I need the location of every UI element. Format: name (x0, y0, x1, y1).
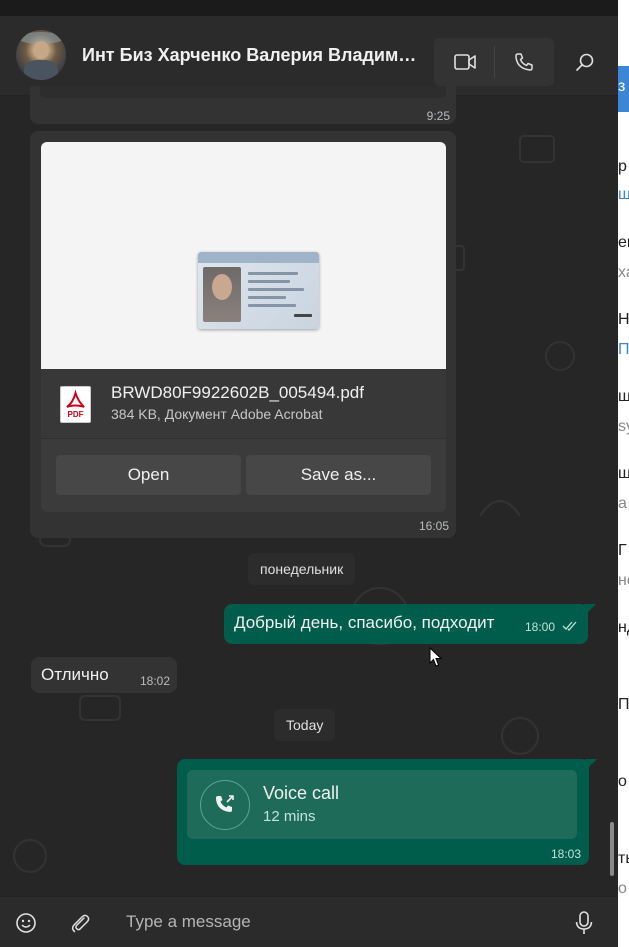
message-composer (0, 896, 618, 947)
attach-button[interactable] (67, 910, 93, 936)
background-window: з д р щ ев ха Ни П щ sy ш а Г но нд П о … (618, 0, 629, 947)
message-time: 9:25 (426, 109, 450, 123)
message-text: Добрый день, спасибо, подходит (234, 613, 495, 632)
file-name: BRWD80F9922602B_005494.pdf (111, 383, 364, 402)
open-button[interactable]: Open (56, 455, 241, 495)
pdf-file-icon: PDF (60, 386, 91, 423)
message-input[interactable] (116, 903, 556, 941)
document-preview[interactable] (41, 142, 446, 369)
bubble-tail (585, 759, 597, 771)
voice-call-icon (515, 53, 533, 71)
message-time: 16:05 (418, 519, 449, 533)
voice-record-button[interactable] (571, 910, 597, 936)
video-call-button[interactable] (443, 40, 487, 84)
file-info-bar[interactable]: PDF BRWD80F9922602B_005494.pdf 384 KB, Д… (41, 369, 446, 439)
document-message-bubble: PDF BRWD80F9922602B_005494.pdf 384 KB, Д… (30, 131, 456, 538)
id-card-image (198, 252, 319, 329)
message-time: 18:00 (525, 620, 556, 634)
microphone-icon (575, 911, 593, 934)
contact-avatar[interactable] (16, 30, 66, 80)
chat-scrollbar[interactable] (610, 822, 614, 876)
mouse-cursor-icon (429, 647, 443, 667)
message-time: 18:02 (140, 674, 171, 688)
call-duration: 12 mins (263, 808, 316, 825)
document-attachment: PDF BRWD80F9922602B_005494.pdf 384 KB, Д… (41, 142, 446, 512)
search-button[interactable] (563, 40, 607, 84)
message-text: Отлично (41, 665, 109, 684)
emoji-button[interactable] (13, 910, 39, 936)
call-button-group (434, 38, 554, 86)
incoming-message-bubble: Отлично 18:02 (31, 657, 177, 693)
previous-message-bubble: 9:25 (30, 86, 456, 124)
call-title: Voice call (263, 783, 340, 803)
search-icon (576, 53, 594, 71)
bubble-tail (584, 604, 596, 616)
voice-call-message-bubble: Voice call 12 mins 18:03 (177, 759, 597, 865)
date-separator: Today (274, 709, 336, 741)
message-time: 18:03 (550, 847, 581, 861)
paperclip-icon (71, 914, 90, 933)
read-receipt-icon (562, 621, 577, 631)
outgoing-message-bubble: Добрый день, спасибо, подходит 18:00 (224, 604, 596, 644)
video-call-icon (454, 54, 476, 70)
voice-call-button[interactable] (502, 40, 546, 84)
voice-call-card[interactable]: Voice call 12 mins (187, 770, 577, 839)
date-separator: понедельник (248, 553, 356, 585)
window-title-strip (0, 0, 618, 16)
save-as-button[interactable]: Save as... (246, 455, 431, 495)
contact-name[interactable]: Инт Биз Харченко Валерия Владимиро... (82, 45, 427, 66)
outgoing-call-icon (200, 780, 250, 830)
chat-header: Инт Биз Харченко Валерия Владимиро... (0, 16, 618, 96)
file-meta: 384 KB, Документ Adobe Acrobat (111, 406, 323, 422)
emoji-icon (16, 913, 36, 933)
